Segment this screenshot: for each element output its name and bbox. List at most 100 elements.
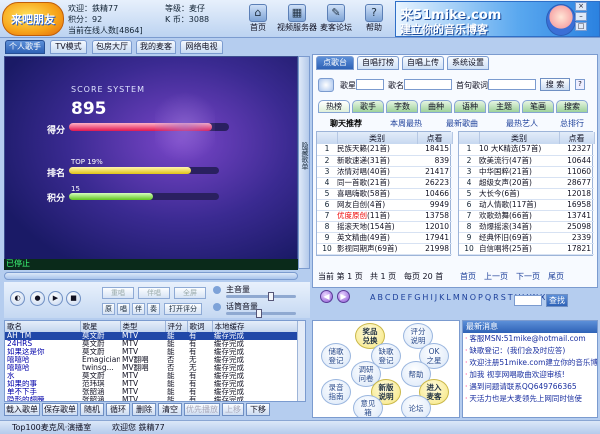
tag-original[interactable]: 原 — [102, 303, 115, 315]
rank-category[interactable]: 喜唱嗨歌(58首) — [337, 188, 417, 200]
rank-row[interactable]: 4 超级女声(20首) 28677 — [459, 177, 594, 189]
rank-category[interactable]: 英文精曲(49首) — [337, 232, 417, 244]
playlist-header-cell[interactable]: 歌名 — [5, 321, 81, 332]
record-button[interactable]: ● — [30, 291, 45, 306]
play-button[interactable]: ▶ — [48, 291, 63, 306]
pager-first[interactable]: 首页 — [460, 271, 476, 282]
rank-category[interactable]: 网友自创(4首) — [337, 199, 417, 211]
rank-row[interactable]: 7 欢歌劲舞(66首) 13741 — [459, 210, 594, 222]
tag-play[interactable]: 奏 — [147, 303, 160, 315]
playlist-button-2[interactable]: 随机 — [80, 403, 104, 416]
maximize-icon[interactable]: □ — [575, 22, 587, 31]
table-row[interactable]: 24HRS 莫文蔚 MTV 能 有 缓存完成 — [5, 340, 297, 348]
chorus-button[interactable]: 重唱 — [102, 287, 134, 299]
nav-video-server-button[interactable]: ▦ 视频服务器 — [277, 3, 317, 36]
playlist-button-8[interactable]: 下移 — [246, 403, 270, 416]
rank-row[interactable]: 3 浓情对唱(40首) 21417 — [317, 166, 452, 178]
feature-hex-11[interactable]: 论坛 — [401, 395, 431, 417]
rank-row[interactable]: 10 自信唱将(25首) 17821 — [459, 243, 594, 255]
table-row[interactable]: 隐形的翅膀 张韶涵 MTV 能 有 缓存完成 — [5, 396, 297, 401]
category-tab-0[interactable]: 热榜 — [318, 100, 350, 113]
tab-solo-singer[interactable]: 个人歌手 — [5, 40, 45, 54]
table-row[interactable]: 单不下手 张韶涵 MTV 能 有 缓存完成 — [5, 388, 297, 396]
nav-help-button[interactable]: ? 帮助 — [356, 3, 392, 36]
rank-row[interactable]: 1 10 大K精选(57首) 12327 — [459, 144, 594, 156]
table-row[interactable]: 如果的事 范玮琪 MTV 能 有 缓存完成 — [5, 380, 297, 388]
playlist-header-cell[interactable]: 评分 — [165, 321, 188, 332]
news-item[interactable]: 欢迎注册51mike.com建立你的音乐博客 — [463, 357, 597, 369]
rank-row[interactable]: 6 网友自创(4首) 9949 — [317, 199, 452, 211]
search-song-input[interactable] — [404, 79, 452, 90]
feature-hex-10[interactable]: 意见 箱 — [353, 395, 383, 417]
rank-category[interactable]: 优度原创(11首) — [337, 210, 417, 222]
rank-category[interactable]: 民族天籁(21首) — [337, 144, 417, 156]
pager-last[interactable]: 尾页 — [548, 271, 564, 282]
rank-category[interactable]: 大长今(6首) — [479, 188, 559, 200]
news-item[interactable]: 缺歌登记：(我们会及时应答) — [463, 345, 597, 357]
feature-hex-7[interactable]: 录音 指南 — [321, 379, 351, 405]
playlist-button-1[interactable]: 保存歌单 — [42, 403, 78, 416]
tab-net-tv[interactable]: 网络电视 — [180, 40, 223, 54]
rank-row[interactable]: 2 欧美流行(47首) 10644 — [459, 155, 594, 167]
mute-button[interactable]: ◐ — [10, 291, 25, 306]
rank-category[interactable]: 欧美流行(47首) — [479, 155, 559, 167]
news-item[interactable]: 遇到问题请联系QQ649766365 — [463, 381, 597, 393]
goto-input[interactable] — [514, 295, 542, 306]
rank-category[interactable]: 动人情歌(117首) — [479, 199, 559, 211]
table-row[interactable]: 水 莫文蔚 MTV 能 有 缓存完成 — [5, 372, 297, 380]
close-icon[interactable]: × — [575, 2, 587, 11]
playlist-header-cell[interactable]: 类型 — [120, 321, 166, 332]
open-score-button[interactable]: 打开评分 — [164, 303, 202, 315]
rank-link-0[interactable]: 聊天推荐 — [330, 118, 362, 129]
rank-row[interactable]: 8 劲爆摇滚(34首) 25098 — [459, 221, 594, 233]
category-tab-1[interactable]: 歌手 — [352, 100, 384, 113]
rank-row[interactable]: 4 同一首歌(21首) 26223 — [317, 177, 452, 189]
rank-row[interactable]: 10 影视同期声(69首) 21998 — [317, 243, 452, 255]
category-tab-3[interactable]: 曲种 — [420, 100, 452, 113]
ad-banner[interactable]: 来51mike.com 建立你的音乐博客 — [395, 1, 600, 37]
playlist-button-4[interactable]: 删除 — [132, 403, 156, 416]
category-tab-4[interactable]: 语种 — [454, 100, 486, 113]
rank-category[interactable]: 超级女声(20首) — [479, 177, 559, 189]
rank-link-3[interactable]: 最热艺人 — [506, 118, 538, 129]
rank-category[interactable]: 自信唱将(25首) — [479, 243, 559, 255]
rank-link-1[interactable]: 本周最热 — [390, 118, 422, 129]
table-row[interactable]: AH TM 莫文蔚 MTV 能有缓存完成 — [5, 332, 297, 340]
rank-category[interactable]: 同一首歌(21首) — [337, 177, 417, 189]
pager-next[interactable]: 下一页 — [516, 271, 540, 282]
playlist-button-7[interactable]: 上移 — [222, 403, 244, 416]
rank-category[interactable]: 欢歌劲舞(66首) — [479, 210, 559, 222]
tab-self-upload[interactable]: 自唱上传 — [402, 56, 444, 70]
category-tab-6[interactable]: 笔画 — [522, 100, 554, 113]
hide-playlist-button[interactable]: 隐藏歌单 — [298, 56, 310, 269]
playlist-header-cell[interactable]: 歌词 — [187, 321, 213, 332]
playlist-header-cell[interactable]: 本地缓存 — [212, 321, 298, 332]
next-arrow-icon[interactable]: ▶ — [337, 290, 350, 303]
rank-row[interactable]: 8 摇滚天地(154首) 12010 — [317, 221, 452, 233]
rank-row[interactable]: 7 优度原创(11首) 13758 — [317, 210, 452, 222]
pager-prev[interactable]: 上一页 — [484, 271, 508, 282]
rank-row[interactable]: 9 经典怀旧(69首) 2339 — [459, 232, 594, 244]
search-help-icon[interactable]: ? — [575, 79, 585, 90]
tab-self-rank[interactable]: 自唱打榜 — [357, 56, 399, 70]
tab-my-mike[interactable]: 我的麦客 — [136, 40, 176, 54]
tag-accompany[interactable]: 伴 — [132, 303, 145, 315]
playlist-scrollbar[interactable] — [297, 321, 305, 401]
search-singer-input[interactable] — [356, 79, 384, 90]
category-tab-5[interactable]: 主题 — [488, 100, 520, 113]
stop-button[interactable]: ■ — [66, 291, 81, 306]
rank-category[interactable]: 影视同期声(69首) — [337, 243, 417, 255]
rank-row[interactable]: 9 英文精曲(49首) 17941 — [317, 232, 452, 244]
news-item[interactable]: 客服MSN:51mike@hotmail.com — [463, 333, 597, 345]
rank-category[interactable]: 中华国粹(21首) — [479, 166, 559, 178]
fullscreen-button[interactable]: 全屏 — [174, 287, 206, 299]
search-button[interactable]: 搜 索 — [540, 78, 570, 91]
playlist-button-6[interactable]: 优先播放 — [184, 403, 220, 416]
rank-category[interactable]: 浓情对唱(40首) — [337, 166, 417, 178]
table-row[interactable]: 嘻嘻哈 twinsg... MV翻唱 否 无 缓存完成 — [5, 364, 297, 372]
rank-category[interactable]: 经典怀旧(69首) — [479, 232, 559, 244]
tab-settings[interactable]: 系统设置 — [447, 56, 489, 70]
nav-forum-button[interactable]: ✎ 麦客论坛 — [318, 3, 354, 36]
nav-home-button[interactable]: ⌂ 首页 — [240, 3, 276, 36]
table-row[interactable]: 嘻嘻哈 Emagician MV翻唱 否 无 缓存完成 — [5, 356, 297, 364]
